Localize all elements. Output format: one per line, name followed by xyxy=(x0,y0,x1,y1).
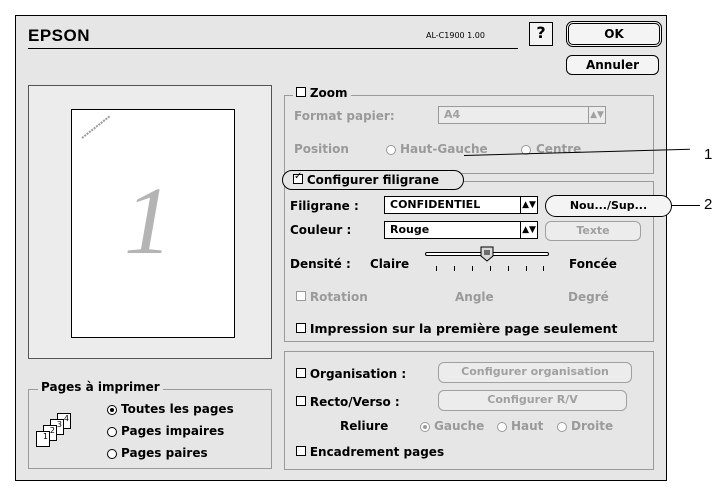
density-slider-thumb[interactable] xyxy=(480,246,494,262)
all-pages-label: Toutes les pages xyxy=(121,402,234,416)
color-select[interactable]: Rouge ▲▼ xyxy=(384,221,538,239)
paper-format-value: A4 xyxy=(444,108,461,121)
rotation-row[interactable]: Rotation xyxy=(296,290,368,304)
duplex-label: Recto/Verso : xyxy=(309,395,400,409)
binding-right-radio[interactable] xyxy=(557,422,567,432)
density-tick xyxy=(543,266,544,271)
zoom-checkbox-row[interactable]: Zoom xyxy=(293,86,351,100)
organisation-label: Organisation : xyxy=(309,367,407,381)
rotation-label: Rotation xyxy=(309,290,368,304)
binding-top-label: Haut xyxy=(511,419,544,433)
density-tick xyxy=(472,266,473,271)
callout-1: 1 xyxy=(704,146,713,163)
angle-label: Angle xyxy=(455,290,494,304)
density-tick xyxy=(454,266,455,271)
page-border-row[interactable]: Encadrement pages xyxy=(296,445,444,459)
pages-group-title: Pages à imprimer xyxy=(38,380,163,394)
updown-arrow-icon: ▲▼ xyxy=(588,107,605,123)
color-value: Rouge xyxy=(390,223,430,236)
binding-left-radio[interactable] xyxy=(420,422,430,432)
cancel-button[interactable]: Annuler xyxy=(566,55,659,75)
degree-label: Degré xyxy=(568,290,609,304)
new-delete-button[interactable]: Nou.../Sup... xyxy=(545,195,672,217)
position-label: Position xyxy=(294,142,349,156)
first-page-row[interactable]: Impression sur la première page seulemen… xyxy=(296,321,618,336)
zoom-checkbox[interactable] xyxy=(296,87,306,97)
odd-pages-label: Pages impaires xyxy=(121,424,225,438)
page-border-label: Encadrement pages xyxy=(309,445,445,459)
density-max-label: Foncée xyxy=(569,257,617,271)
even-pages-radio[interactable] xyxy=(107,449,117,459)
density-tick xyxy=(508,266,509,271)
watermark-label: Filigrane : xyxy=(290,199,359,213)
first-page-label: Impression sur la première page seulemen… xyxy=(309,321,618,336)
rotation-checkbox[interactable] xyxy=(296,291,306,301)
help-button[interactable]: ? xyxy=(529,22,553,46)
checkmark-icon: ✓ xyxy=(294,171,303,182)
watermark-select[interactable]: CONFIDENTIEL ▲▼ xyxy=(384,196,538,214)
all-pages-radio[interactable] xyxy=(107,405,117,415)
configure-organisation-button[interactable]: Configurer organisation xyxy=(438,362,632,383)
paper-format-select[interactable]: A4 ▲▼ xyxy=(438,106,606,124)
callout-line-2 xyxy=(672,205,700,206)
duplex-checkbox[interactable] xyxy=(296,396,306,406)
position-top-left-radio[interactable] xyxy=(386,145,396,155)
configure-watermark-label: Configurer filigrane xyxy=(306,173,440,187)
brand-logo: EPSON xyxy=(28,26,91,45)
ok-button[interactable]: OK xyxy=(566,21,662,47)
organisation-checkbox[interactable] xyxy=(296,368,306,378)
odd-pages-radio[interactable] xyxy=(107,427,117,437)
even-pages-label: Pages paires xyxy=(121,446,208,460)
density-tick xyxy=(526,266,527,271)
watermark-preview-mark xyxy=(81,115,111,139)
zoom-label: Zoom xyxy=(309,86,348,100)
density-tick xyxy=(490,266,491,271)
preview-page-number: 1 xyxy=(124,167,172,274)
header-divider xyxy=(28,48,518,49)
configure-duplex-button[interactable]: Configurer R/V xyxy=(438,390,627,411)
model-version: AL-C1900 1.00 xyxy=(426,31,485,40)
binding-left-label: Gauche xyxy=(434,419,485,433)
binding-top-radio[interactable] xyxy=(497,422,507,432)
binding-label: Reliure xyxy=(340,419,389,433)
callout-2: 2 xyxy=(704,196,713,213)
first-page-checkbox[interactable] xyxy=(296,323,306,333)
configure-watermark-row[interactable]: ✓ Configurer filigrane xyxy=(282,170,464,190)
updown-arrow-icon: ▲▼ xyxy=(520,197,537,213)
density-tick xyxy=(436,266,437,271)
density-label: Densité : xyxy=(290,257,351,271)
configure-watermark-checkbox[interactable]: ✓ xyxy=(293,171,303,184)
page-border-checkbox[interactable] xyxy=(296,446,306,456)
watermark-value: CONFIDENTIEL xyxy=(390,198,481,211)
color-label: Couleur : xyxy=(290,223,352,237)
pages-stack-icon: 4 3 2 1 xyxy=(35,413,113,453)
organisation-row[interactable]: Organisation : xyxy=(296,367,406,381)
position-center-label: Centre xyxy=(536,142,582,156)
page-icon: 1 xyxy=(36,431,50,447)
text-button[interactable]: Texte xyxy=(545,221,641,241)
paper-format-label: Format papier: xyxy=(294,109,395,123)
updown-arrow-icon: ▲▼ xyxy=(520,222,537,238)
density-min-label: Claire xyxy=(370,257,410,271)
duplex-row[interactable]: Recto/Verso : xyxy=(296,395,400,409)
help-icon: ? xyxy=(536,23,546,42)
binding-right-label: Droite xyxy=(571,419,614,433)
